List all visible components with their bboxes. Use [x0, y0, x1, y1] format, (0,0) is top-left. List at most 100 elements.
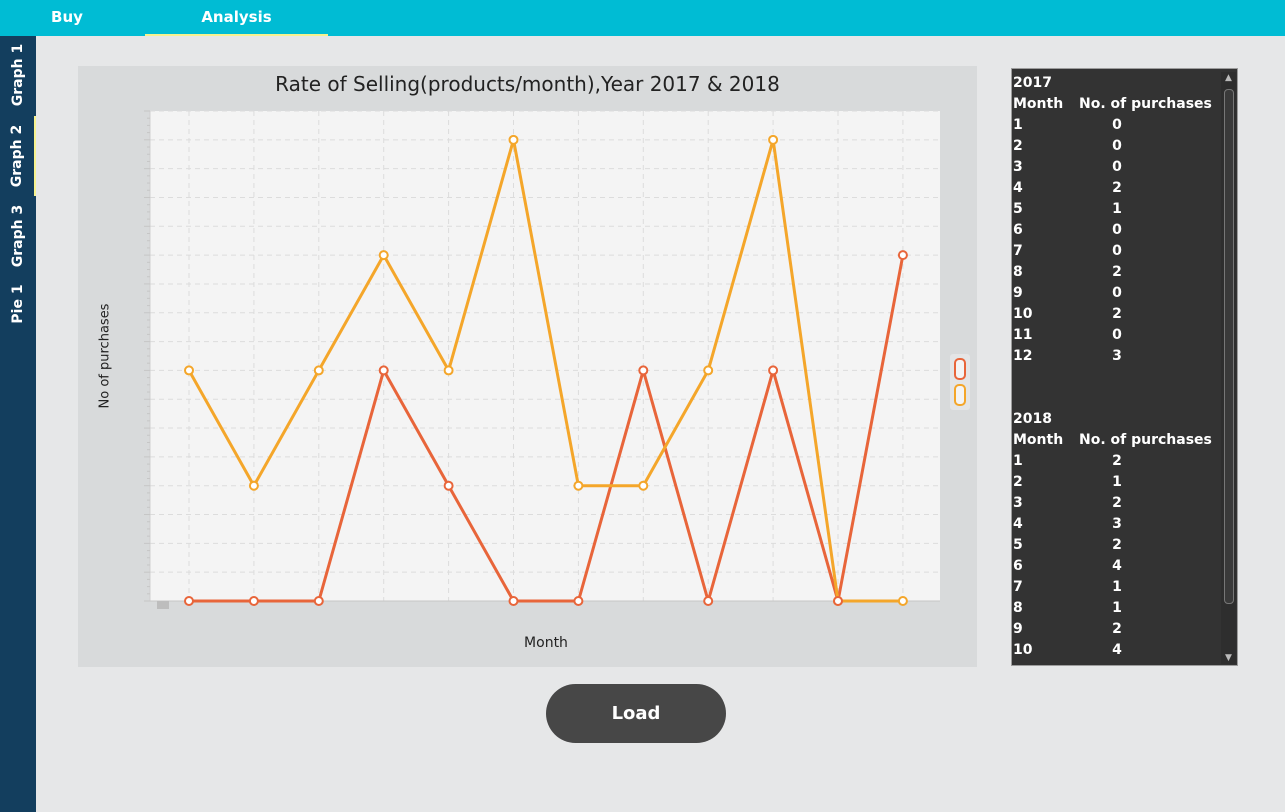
list-item: 10: [1013, 115, 1218, 136]
purchases-value: 0: [1112, 285, 1122, 301]
month-value: 8: [1013, 600, 1023, 616]
series-2-point: [897, 596, 908, 606]
purchases-value: 2: [1112, 537, 1122, 553]
year-label: 2018: [1013, 411, 1052, 427]
series-2-point: [703, 365, 714, 376]
list-item: 21: [1013, 472, 1218, 493]
month-value: 9: [1013, 621, 1023, 637]
list-header-row: Month No. of purchases: [1013, 430, 1218, 451]
list-header-row: Month No. of purchases: [1013, 94, 1218, 115]
list-item: 11 0: [1013, 325, 1218, 346]
purchases-value: 1: [1112, 474, 1122, 490]
list-scrollbar[interactable]: ▲ ▼: [1221, 72, 1236, 664]
purchases-list[interactable]: 2017 Month No. of purchases 1 0 2 0 3 0 4 2 5 1 6 0 7 0 8…: [1011, 68, 1238, 666]
purchases-value: 1: [1112, 201, 1122, 217]
scroll-down-icon[interactable]: ▼: [1221, 652, 1236, 664]
year-label: 2017: [1013, 75, 1052, 91]
purchases-value: 2: [1112, 264, 1122, 280]
month-value: 5: [1013, 537, 1023, 553]
series-1-point: [443, 480, 454, 491]
month-value: 10: [1013, 642, 1033, 658]
series-1-point: [508, 596, 519, 606]
list-item: 81: [1013, 598, 1218, 619]
purchases-value: 0: [1112, 327, 1122, 343]
list-item: 10 4: [1013, 640, 1218, 661]
series-1-point: [184, 596, 194, 606]
load-button[interactable]: Load: [546, 684, 726, 743]
list-item: 10 2: [1013, 304, 1218, 325]
month-value: 1: [1013, 117, 1023, 133]
list-item: 70: [1013, 241, 1218, 262]
month-value: 4: [1013, 516, 1023, 532]
list-item: 51: [1013, 199, 1218, 220]
series-2-point: [443, 365, 454, 376]
legend-symbol-series-1: [954, 358, 966, 380]
list-item: 60: [1013, 220, 1218, 241]
series-2-point: [508, 134, 519, 145]
list-item: 52: [1013, 535, 1218, 556]
list-year-heading: 2017: [1013, 73, 1218, 94]
plot-area: [150, 111, 940, 601]
series-2-point: [184, 365, 194, 376]
month-value: 9: [1013, 285, 1023, 301]
column-header-month: Month: [1013, 96, 1064, 112]
list-item: 82: [1013, 262, 1218, 283]
series-1-point: [897, 250, 908, 261]
month-value: 2: [1013, 138, 1023, 154]
series-2-point: [573, 480, 584, 491]
purchases-value: 2: [1112, 180, 1122, 196]
purchases-value: 1: [1112, 579, 1122, 595]
list-item: 42: [1013, 178, 1218, 199]
purchases-value: 0: [1112, 243, 1122, 259]
series-2-point: [378, 250, 389, 261]
column-header-purchases: No. of purchases: [1079, 96, 1212, 112]
month-value: 8: [1013, 264, 1023, 280]
purchases-value: 2: [1112, 621, 1122, 637]
purchases-value: 2: [1112, 306, 1122, 322]
chart-legend: [950, 354, 970, 410]
list-item: 12: [1013, 451, 1218, 472]
series-2-point: [313, 365, 324, 376]
series-2-point: [768, 134, 779, 145]
month-value: 6: [1013, 222, 1023, 238]
list-item: 90: [1013, 283, 1218, 304]
month-value: 3: [1013, 159, 1023, 175]
list-item: 30: [1013, 157, 1218, 178]
series-1-point: [703, 596, 714, 606]
month-value: 11: [1013, 327, 1033, 343]
list-item: 12 3: [1013, 346, 1218, 367]
list-item: 64: [1013, 556, 1218, 577]
purchases-value: 0: [1112, 138, 1122, 154]
series-1-point: [573, 596, 584, 606]
month-value: 1: [1013, 453, 1023, 469]
month-value: 7: [1013, 243, 1023, 259]
series-1-point: [638, 365, 649, 376]
list-item: 71: [1013, 577, 1218, 598]
series-1-point: [378, 365, 389, 376]
month-value: 2: [1013, 474, 1023, 490]
series-2-point: [638, 480, 649, 491]
legend-symbol-series-2: [954, 384, 966, 406]
purchases-value: 4: [1112, 642, 1122, 658]
month-value: 3: [1013, 495, 1023, 511]
purchases-value: 4: [1112, 558, 1122, 574]
purchases-value: 2: [1112, 495, 1122, 511]
scroll-thumb[interactable]: [1224, 89, 1234, 604]
series-1-point: [313, 596, 324, 606]
scroll-up-icon[interactable]: ▲: [1221, 72, 1236, 84]
purchases-value: 0: [1112, 222, 1122, 238]
series-1-point: [768, 365, 779, 376]
month-value: 12: [1013, 348, 1033, 364]
x-axis-tick-label-placeholder: [157, 601, 169, 609]
purchases-value: 3: [1112, 516, 1122, 532]
list-item: 43: [1013, 514, 1218, 535]
month-value: 7: [1013, 579, 1023, 595]
list-item: 20: [1013, 136, 1218, 157]
list-item: 32: [1013, 493, 1218, 514]
month-value: 4: [1013, 180, 1023, 196]
column-header-month: Month: [1013, 432, 1064, 448]
series-2-point: [248, 480, 259, 491]
list-year-heading: 2018: [1013, 409, 1218, 430]
column-header-purchases: No. of purchases: [1079, 432, 1212, 448]
series-1-point: [248, 596, 259, 606]
